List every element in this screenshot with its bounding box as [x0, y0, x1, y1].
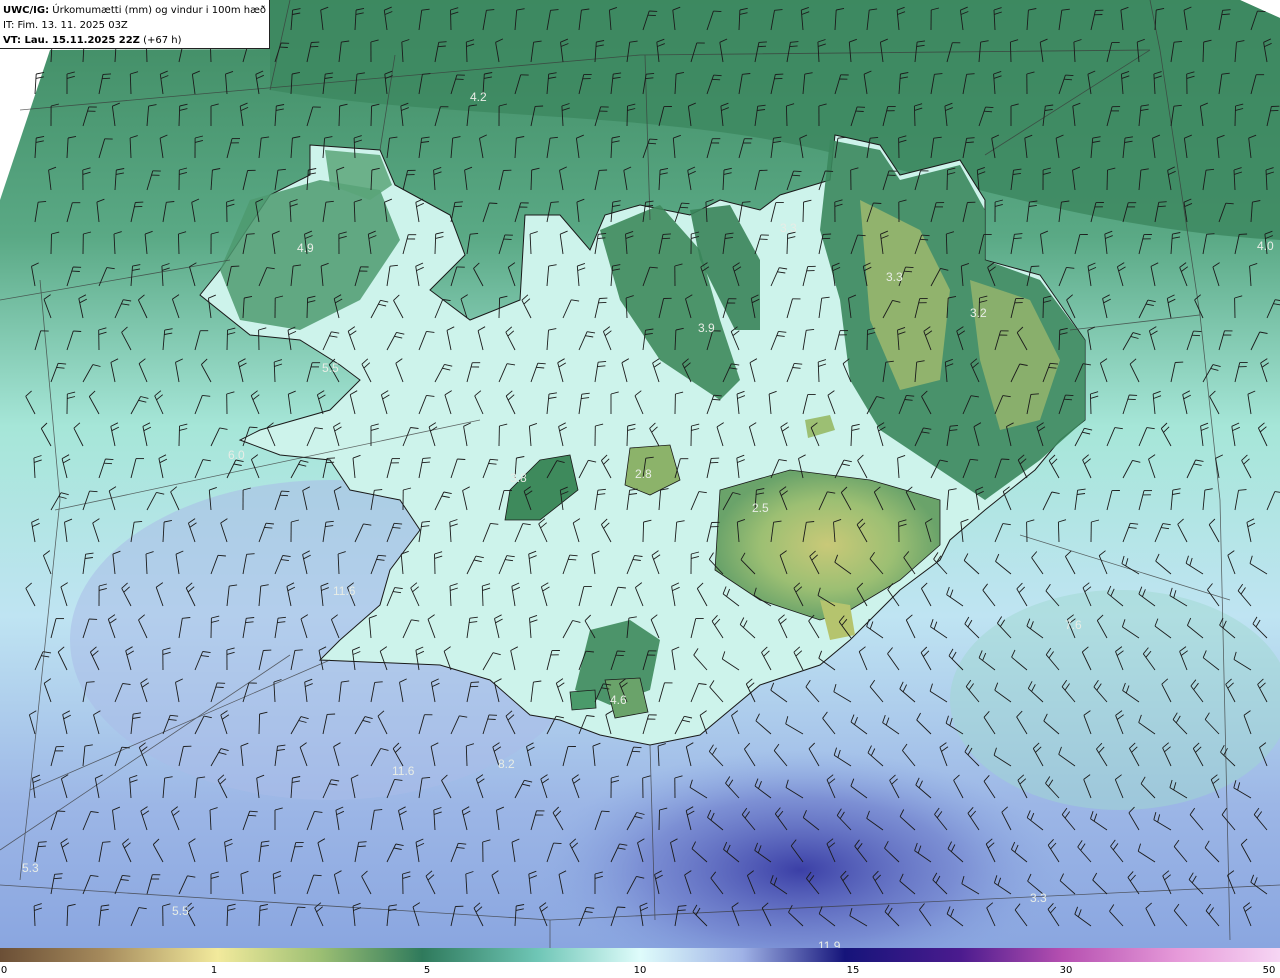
- map-label: 4.9: [297, 241, 314, 255]
- colorbar-tick: 30: [1059, 965, 1073, 976]
- colorbar-tick: 15: [846, 965, 860, 976]
- lead-time: (+67 h): [139, 35, 182, 46]
- map-label: 11.9: [818, 939, 841, 948]
- map-label: 4.2: [470, 90, 487, 104]
- colorbar-tick: 5: [423, 965, 431, 976]
- map-label: 3.3: [886, 270, 903, 284]
- map-label: 3.2: [970, 306, 987, 320]
- title-line: UWC/IG: Úrkomumætti (mm) og vindur i 100…: [3, 3, 269, 18]
- valid-time-line: VT: Lau. 15.11.2025 22Z (+67 h): [3, 33, 269, 48]
- map-label: 3.3: [780, 221, 797, 235]
- colorbar-tick: 10: [633, 965, 647, 976]
- map-label: 4.6: [610, 693, 627, 707]
- map-label: 3.3: [1030, 891, 1047, 905]
- valid-time: Lau. 15.11.2025 22Z: [21, 35, 140, 46]
- colorbar-gradient: [0, 948, 1280, 962]
- map-label: 3.8: [510, 471, 527, 485]
- map-label: 2.8: [635, 467, 652, 481]
- issue-time: IT: Fim. 13. 11. 2025 03Z: [3, 20, 128, 31]
- map-label: 4.0: [1257, 239, 1274, 253]
- map-label: 5.5: [322, 361, 339, 375]
- map-title: Úrkomumætti (mm) og vindur i 100m hæð: [49, 5, 267, 16]
- map-label: 5.3: [22, 861, 39, 875]
- map-label: 11.6: [392, 764, 415, 778]
- map-label: 6.0: [228, 448, 245, 462]
- valid-time-label: VT:: [3, 35, 22, 46]
- map-label: 8.2: [498, 757, 515, 771]
- colorbar-tick: 1: [210, 965, 218, 976]
- precipitation-map: 4.2 4.9 3.3 3.3 4.0 3.2 3.9 5.5 6.0 3.8 …: [0, 0, 1280, 948]
- map-label: 7.6: [1065, 618, 1082, 632]
- colorbar-tick: 0: [0, 965, 8, 976]
- map-label: 5.5: [172, 904, 189, 918]
- model-name: UWC/IG:: [3, 5, 50, 16]
- map-label: 3.9: [698, 321, 715, 335]
- map-label: 11.6: [333, 584, 356, 598]
- map-header: UWC/IG: Úrkomumætti (mm) og vindur i 100…: [0, 0, 270, 49]
- colorbar-tick: 50: [1262, 965, 1276, 976]
- map-label: 2.5: [752, 501, 769, 515]
